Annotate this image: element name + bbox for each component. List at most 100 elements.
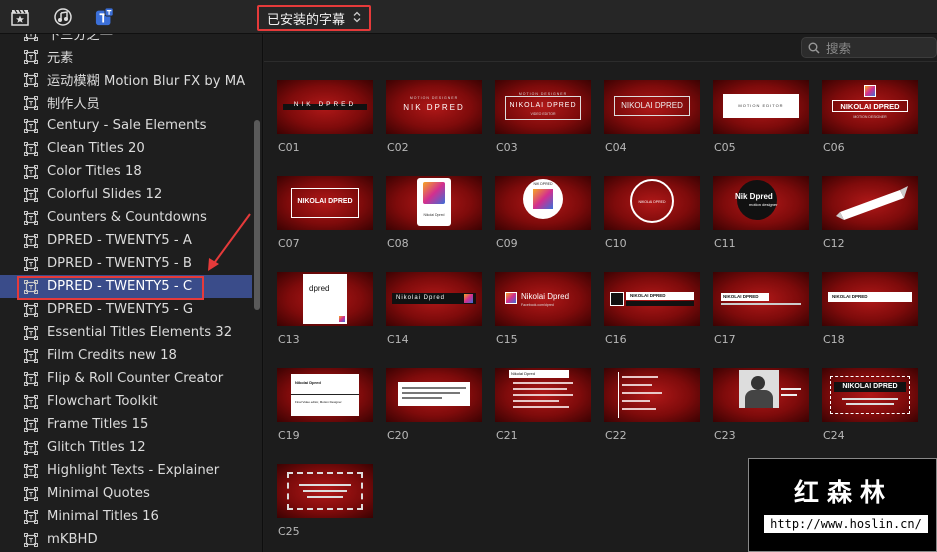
title-category-icon [24,210,38,225]
tile-caption: C17 [714,333,736,346]
sidebar-item[interactable]: DPRED - TWENTY5 - G [0,298,252,321]
title-tile-c09[interactable]: NIK DPRED C09 [495,176,591,250]
sidebar-item[interactable]: 元素 [0,45,252,68]
sidebar-item[interactable]: 运动模糊 Motion Blur FX by MA [0,68,252,91]
title-tile-c20[interactable]: C20 [386,368,482,442]
tile-caption: C10 [605,237,627,250]
sidebar-item-label: Highlight Texts - Explainer [47,463,220,478]
thumbnail: Nikolai Dpred Facebook.com/dpred [495,272,591,326]
thumbnail: Nikolai Dpred [495,368,591,422]
sidebar-item[interactable]: mKBHD [0,528,252,551]
sidebar-item-label: 下三分之一 [47,34,113,43]
sidebar-item[interactable]: Frame Titles 15 [0,413,252,436]
title-tile-c12[interactable]: C12 [822,176,918,250]
thumb-text: Nikolai Dpred [511,371,536,376]
title-category-icon [24,34,38,41]
tile-caption: C22 [605,429,627,442]
title-tile-c14[interactable]: Nikolai Dpred C14 [386,272,482,346]
sidebar-item[interactable]: DPRED - TWENTY5 - C [0,275,252,298]
sidebar-item-label: Counters & Countdowns [47,210,207,225]
sidebar-item[interactable]: 下三分之一 [0,34,252,45]
title-tile-c19[interactable]: Nikolai Dpred Final Video editor, Motion… [277,368,373,442]
thumbnail: Nikolai Dpred Final Video editor, Motion… [277,368,373,422]
thumb-text: NIKOLAI DPRED [638,200,666,204]
title-category-icon [24,509,38,524]
sidebar-item-label: Minimal Quotes [47,486,150,501]
title-tile-c08[interactable]: Nikolai Dpred C08 [386,176,482,250]
title-tile-c06[interactable]: NIKOLAI DPRED MOTION DESIGNER C06 [822,80,918,154]
title-category-icon [24,279,38,294]
title-category-icon [24,394,38,409]
title-tile-c21[interactable]: Nikolai Dpred C21 [495,368,591,442]
title-category-icon [24,164,38,179]
thumbnail: MOTION DESIGNER NIKOLAI DPRED VIDEO EDIT… [495,80,591,134]
title-tile-c01[interactable]: NIK DPRED C01 [277,80,373,154]
tile-caption: C04 [605,141,627,154]
sidebar-item[interactable]: 制作人员 [0,91,252,114]
sidebar-item[interactable]: Colorful Slides 12 [0,183,252,206]
sidebar-item[interactable]: Flowchart Toolkit [0,390,252,413]
thumbnail [604,368,700,422]
thumbnail: Nikolai Dpred [386,176,482,230]
sidebar-item-label: Color Titles 18 [47,164,142,179]
thumb-text: NIKOLAI DPRED [621,101,683,110]
sidebar-item-label: Flip & Roll Counter Creator [47,371,224,386]
title-tile-c24[interactable]: NIKOLAI DPRED C24 [822,368,918,442]
music-notes-icon[interactable] [53,7,73,27]
thumbnail: NIKOLAI DPRED [822,368,918,422]
thumbnail: MOTION DESIGNER NIK DPRED [386,80,482,134]
thumb-text: NIKOLAI DPRED [832,294,868,299]
titles-t-icon[interactable] [95,7,115,27]
tile-caption: C07 [278,237,300,250]
thumbnail: NIKOLAI DPRED [604,80,700,134]
title-tile-c10[interactable]: NIKOLAI DPRED C10 [604,176,700,250]
tile-caption: C03 [496,141,518,154]
title-category-icon [24,49,38,64]
sidebar-item[interactable]: Clean Titles 20 [0,137,252,160]
sidebar-item[interactable]: Century - Sale Elements [0,114,252,137]
thumb-text-sub: MOTION DESIGNER [853,115,887,119]
title-tile-c18[interactable]: NIKOLAI DPRED C18 [822,272,918,346]
title-tile-c15[interactable]: Nikolai Dpred Facebook.com/dpred C15 [495,272,591,346]
chevron-updown-icon [353,11,361,26]
search-placeholder: 搜索 [826,41,852,56]
sidebar-item[interactable]: Minimal Titles 16 [0,505,252,528]
sidebar-browser: 下三分之一元素运动模糊 Motion Blur FX by MA 制作人员 Cent… [0,34,263,552]
title-tile-c17[interactable]: NIKOLAI DPRED C17 [713,272,809,346]
title-tile-c16[interactable]: NIKOLAI DPRED C16 [604,272,700,346]
title-tile-c05[interactable]: MOTION EDITOR C05 [713,80,809,154]
title-tile-c07[interactable]: NIKOLAI DPRED C07 [277,176,373,250]
sidebar-item[interactable]: Essential Titles Elements 32 [0,321,252,344]
title-category-icon [24,256,38,271]
title-tile-c13[interactable]: dpred C13 [277,272,373,346]
title-tile-c22[interactable]: C22 [604,368,700,442]
title-tile-c11[interactable]: Nik Dpred motion designer C11 [713,176,809,250]
title-tile-c25[interactable]: C25 [277,464,373,538]
title-category-icon [24,233,38,248]
title-tile-c02[interactable]: MOTION DESIGNER NIK DPRED C02 [386,80,482,154]
thumb-text: Nikolai Dpred [521,292,570,301]
title-tile-c03[interactable]: MOTION DESIGNER NIKOLAI DPRED VIDEO EDIT… [495,80,591,154]
installed-titles-dropdown[interactable]: 已安装的字幕 [257,5,371,31]
tile-caption: C21 [496,429,518,442]
clapper-star-icon[interactable] [10,7,30,27]
thumb-text-sub: motion designer [749,202,778,207]
sidebar-item[interactable]: Flip & Roll Counter Creator [0,367,252,390]
title-tile-c04[interactable]: NIKOLAI DPRED C04 [604,80,700,154]
thumb-text: NIKOLAI DPRED [630,293,666,298]
tile-caption: C16 [605,333,627,346]
search-field[interactable]: 搜索 [801,37,937,58]
sidebar-item[interactable]: Color Titles 18 [0,160,252,183]
sidebar-item-label: Flowchart Toolkit [47,394,158,409]
title-tile-c23[interactable]: C23 [713,368,809,442]
sidebar-item-label: 元素 [47,51,74,66]
sidebar-item[interactable]: Minimal Quotes [0,482,252,505]
thumbnail: NIK DPRED [277,80,373,134]
sidebar-item[interactable]: Glitch Titles 12 [0,436,252,459]
top-toolbar: 已安装的字幕 [0,0,937,34]
sidebar-item[interactable]: Highlight Texts - Explainer [0,459,252,482]
sidebar-item-label: Frame Titles 15 [47,417,149,432]
sidebar-item[interactable]: Film Credits new 18 [0,344,252,367]
sidebar-item-label: Film Credits new 18 [47,348,177,363]
tile-caption: C19 [278,429,300,442]
